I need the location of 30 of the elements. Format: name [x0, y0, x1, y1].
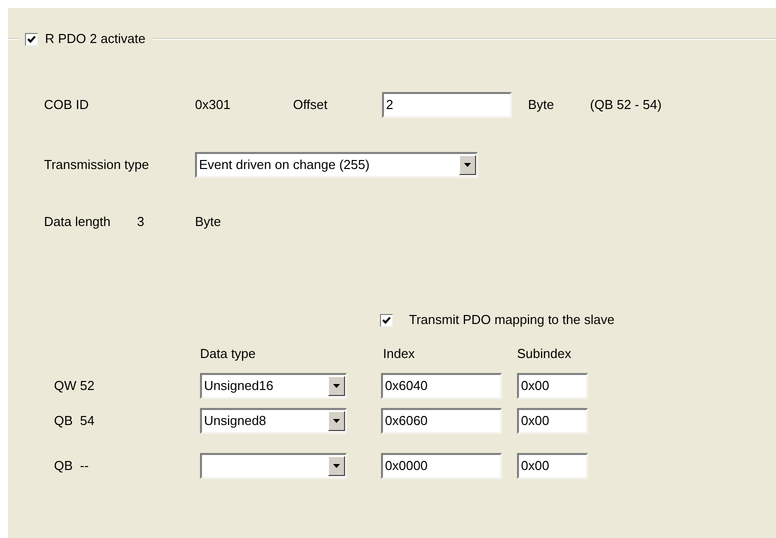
dropdown[interactable]: Unsigned16 [200, 373, 347, 399]
column-header: Subindex [517, 345, 572, 364]
column-header: Index [383, 345, 416, 364]
cob-id-value: 0x301 [195, 96, 232, 114]
checkbox[interactable] [25, 32, 38, 46]
range-label: (QB 52 - 54) [590, 96, 662, 114]
checkbox[interactable] [380, 314, 393, 326]
checkbox-label: Transmit PDO mapping to the slave [409, 311, 614, 330]
dropdown[interactable]: Unsigned8 [200, 408, 347, 434]
dropdown[interactable]: Event driven on change (255) [195, 152, 478, 178]
dropdown[interactable] [200, 453, 347, 479]
index-field[interactable]: 0x6060 [381, 408, 502, 434]
address-label: QW 52 [54, 377, 96, 396]
unit-label: Byte [195, 213, 222, 232]
field-label: Data length [44, 213, 112, 232]
subindex-field[interactable]: 0x00 [517, 373, 588, 399]
data-length-value: 3 [137, 213, 146, 232]
field-label: Transmission type [44, 156, 150, 174]
subindex-field[interactable]: 0x00 [517, 453, 588, 479]
index-field[interactable]: 0x6040 [381, 373, 502, 399]
field-label: Offset [293, 96, 328, 114]
address-label: QB 54 [54, 412, 96, 430]
address-label: QB -- [54, 457, 90, 476]
offset-field[interactable]: 2 [382, 92, 512, 118]
group-label: R PDO 2 activate [45, 30, 146, 48]
field-label: COB ID [44, 96, 90, 114]
unit-label: Byte [528, 96, 556, 114]
subindex-field[interactable]: 0x00 [517, 408, 588, 434]
index-field[interactable]: 0x0000 [381, 453, 502, 479]
column-header: Data type [200, 345, 257, 364]
